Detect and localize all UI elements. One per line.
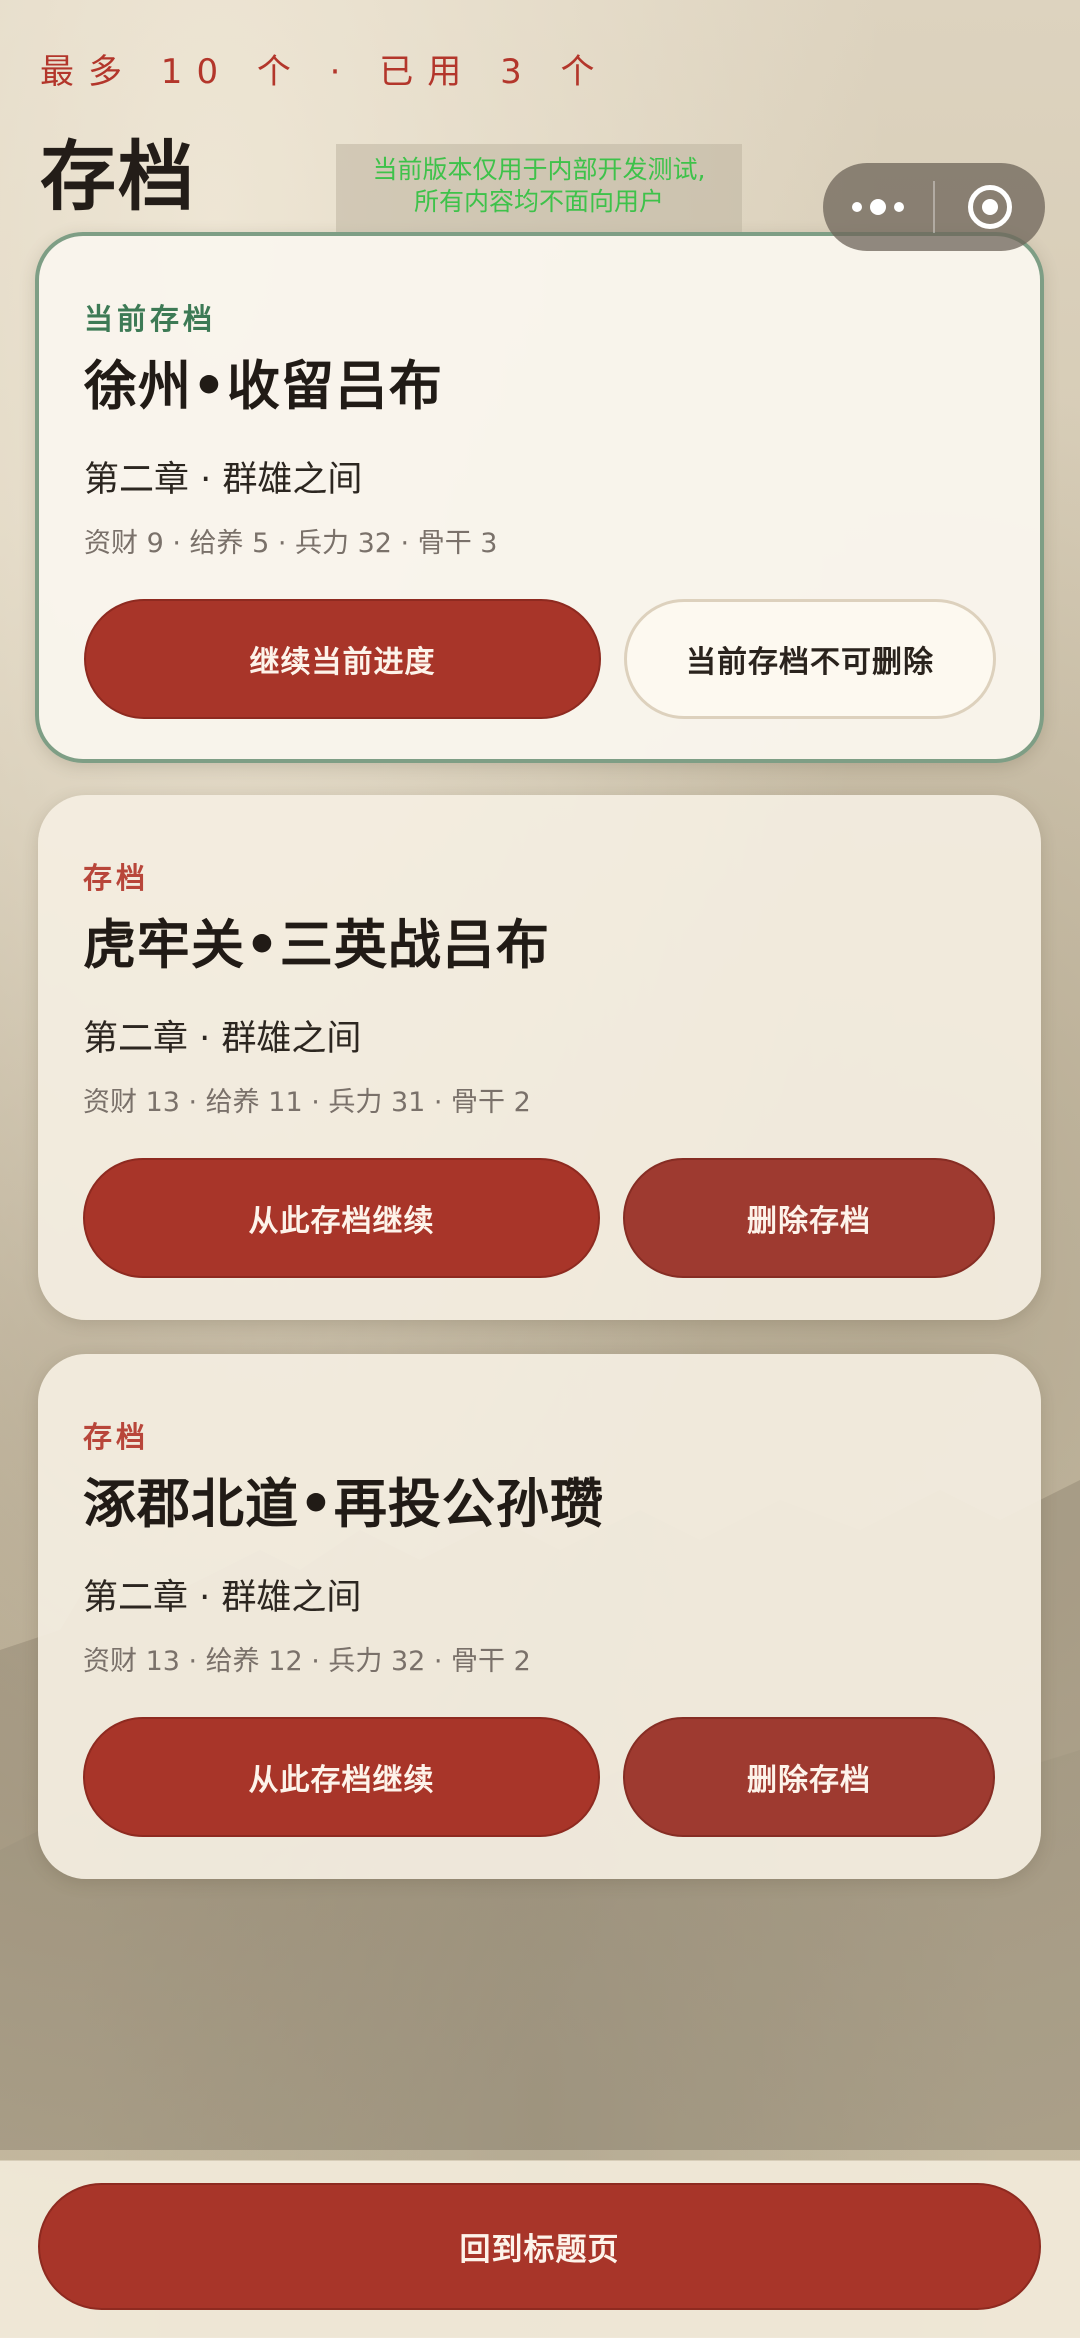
save-chapter: 第二章 · 群雄之间 xyxy=(83,1019,362,1059)
continue-from-save-button[interactable]: 从此存档继续 xyxy=(83,1717,600,1837)
cannot-delete-button[interactable]: 当前存档不可删除 xyxy=(624,599,996,719)
save-card: 存档 虎牢关•三英战吕布 第二章 · 群雄之间 资财 13 · 给养 11 · … xyxy=(38,795,1041,1320)
dev-notice-banner: 当前版本仅用于内部开发测试, 所有内容均不面向用户 xyxy=(336,144,742,232)
save-tag: 存档 xyxy=(83,1420,150,1454)
save-card-current: 当前存档 徐州•收留吕布 第二章 · 群雄之间 资财 9 · 给养 5 · 兵力… xyxy=(35,232,1044,763)
save-stats: 资财 9 · 给养 5 · 兵力 32 · 骨干 3 xyxy=(84,528,498,559)
more-dots-icon[interactable] xyxy=(823,163,933,251)
save-title: 徐州•收留吕布 xyxy=(84,356,443,417)
mini-program-capsule xyxy=(823,163,1045,251)
save-card: 存档 涿郡北道•再投公孙瓒 第二章 · 群雄之间 资财 13 · 给养 12 ·… xyxy=(38,1354,1041,1879)
dev-notice-line-2: 所有内容均不面向用户 xyxy=(413,187,664,216)
save-count-label: 最多 10 个 · 已用 3 个 xyxy=(40,52,609,92)
save-stats: 资财 13 · 给养 12 · 兵力 32 · 骨干 2 xyxy=(83,1646,531,1677)
save-stats: 资财 13 · 给养 11 · 兵力 31 · 骨干 2 xyxy=(83,1087,531,1118)
target-close-icon[interactable] xyxy=(935,163,1045,251)
save-chapter: 第二章 · 群雄之间 xyxy=(84,460,363,500)
delete-save-button[interactable]: 删除存档 xyxy=(623,1717,995,1837)
delete-save-button[interactable]: 删除存档 xyxy=(623,1158,995,1278)
continue-from-save-button[interactable]: 从此存档继续 xyxy=(83,1158,600,1278)
save-tag: 存档 xyxy=(83,861,150,895)
save-chapter: 第二章 · 群雄之间 xyxy=(83,1578,362,1618)
page-title: 存档 xyxy=(40,132,196,221)
dev-notice-line-1: 当前版本仅用于内部开发测试, xyxy=(372,155,706,184)
save-title: 虎牢关•三英战吕布 xyxy=(83,915,550,976)
back-to-title-button[interactable]: 回到标题页 xyxy=(38,2183,1041,2310)
save-tag: 当前存档 xyxy=(84,302,217,336)
continue-current-button[interactable]: 继续当前进度 xyxy=(84,599,601,719)
save-title: 涿郡北道•再投公孙瓒 xyxy=(83,1474,604,1535)
